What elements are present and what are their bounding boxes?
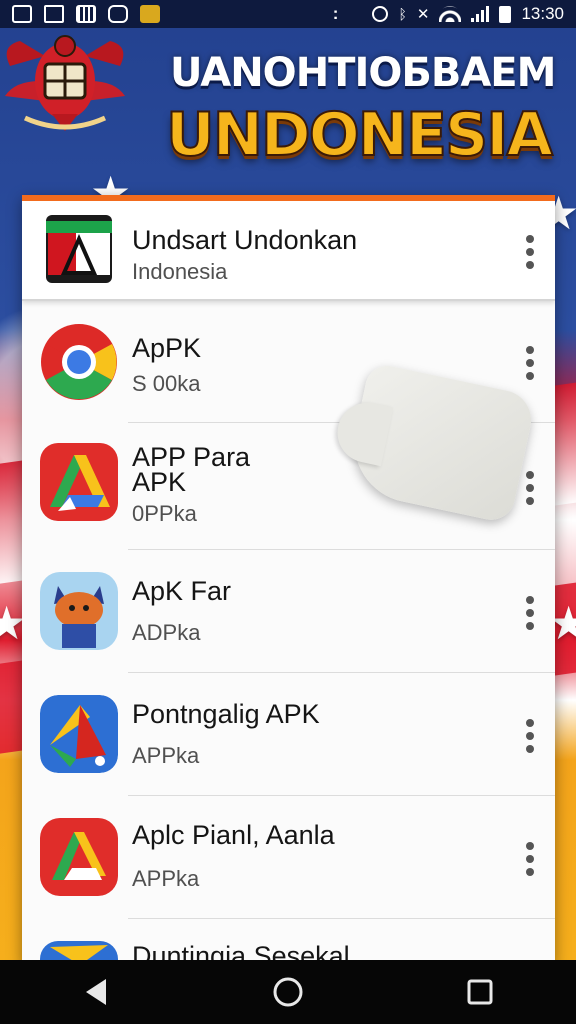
item-subtitle: ADPka [132,620,201,645]
garuda-emblem-icon [5,35,125,131]
grid-icon [76,5,96,23]
item-title: Aplc Pianl, Aanla [132,820,335,850]
status-bar: : ᛒ ✕ 13:30 [0,0,576,28]
signal-icon [471,6,490,22]
list-item[interactable]: Undsart Undonkan Indonesia [22,201,555,301]
app-icon [140,5,160,23]
app-list: Undsart Undonkan Indonesia ApPK S 00ka A… [22,195,555,965]
fox-character-icon [40,572,118,650]
list-item[interactable]: ApK Far ADPka [22,550,555,673]
more-options-icon[interactable] [525,842,535,876]
item-subtitle: APPka [132,866,200,891]
list-item[interactable]: Aplc Pianl, Aanla APPka [22,796,555,919]
item-subtitle: APPka [132,743,200,768]
item-title: Undsart Undonkan [132,225,358,255]
more-options-icon[interactable] [525,596,535,630]
header-subtitle: UNDONESIA [165,99,554,171]
wifi-icon [439,6,462,22]
navigation-bar [0,960,576,1024]
recents-icon[interactable] [460,972,500,1012]
chrome-style-icon [41,324,117,400]
item-title: ApK Far [132,576,232,606]
status-dots: : [332,4,339,23]
item-title: APP Para APK [132,442,251,497]
gallery-icon [12,5,32,23]
flag-app-icon [46,215,112,283]
more-options-icon[interactable] [525,346,535,380]
more-options-icon[interactable] [525,235,535,269]
paper-plane-icon [40,695,118,773]
item-title: ApPK [132,333,202,363]
header-title: UANOHTIOБBAEM [170,50,556,96]
mute-icon: ✕ [416,6,430,23]
back-icon[interactable] [76,972,116,1012]
cast-icon [108,5,128,23]
home-icon[interactable] [268,972,308,1012]
list-item[interactable]: Pontngalig APK APPka [22,673,555,796]
drive-style-icon [40,443,118,521]
list-item[interactable]: Duntingia Sesekal [22,919,555,965]
clock: 13:30 [521,4,564,23]
notification-icon [44,5,64,23]
item-subtitle: Indonesia [132,259,228,284]
battery-icon [499,5,512,23]
bluetooth-icon: ᛒ [398,6,407,22]
item-title: Pontngalig APK [132,699,320,729]
drive-red-icon [40,818,118,896]
item-subtitle: S 00ka [132,371,201,396]
more-options-icon[interactable] [525,471,535,505]
alarm-icon [372,6,389,22]
item-subtitle: 0PPka [132,501,197,526]
more-options-icon[interactable] [525,719,535,753]
